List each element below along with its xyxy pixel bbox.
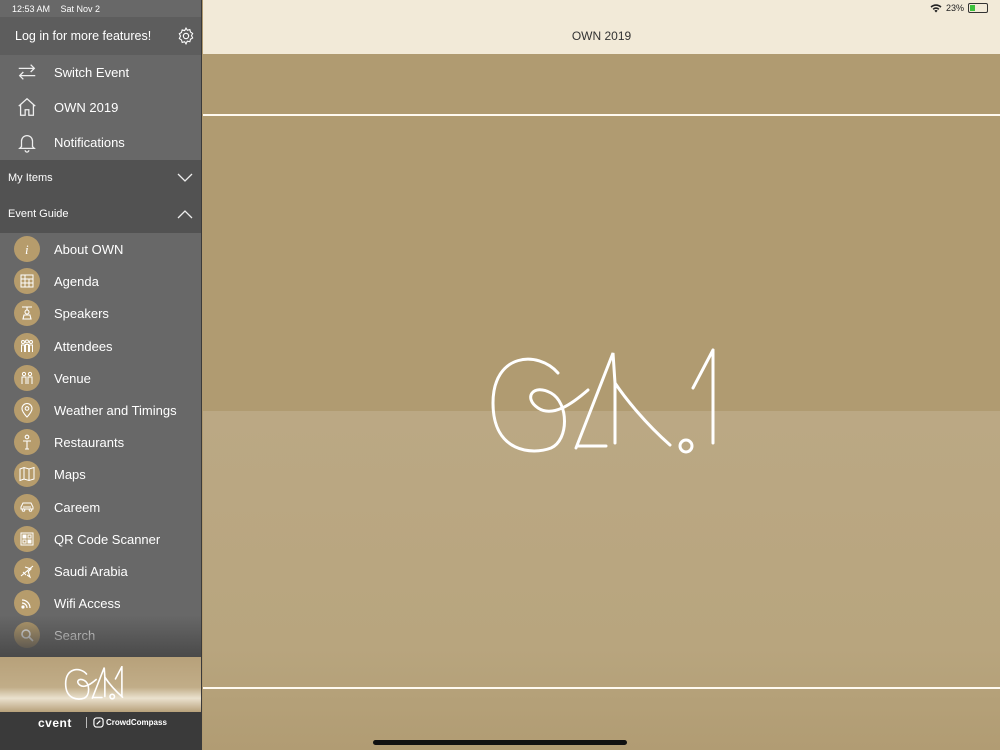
section-label: My Items [8,172,53,184]
crowdcompass-logo: CrowdCompass [106,718,167,727]
restaurant-icon [14,429,40,456]
guide-item-label: Restaurants [54,435,125,451]
guide-item-label: Agenda [54,274,99,290]
guide-item-label: QR Code Scanner [54,531,161,547]
status-bar-left: 12:53 AM Sat Nov 2 [12,4,100,14]
main-panel: 23% OWN 2019 [203,0,1000,750]
guide-item-label: Search [54,628,96,644]
guide-item-venue[interactable]: Venue [0,362,201,394]
guide-item-weather-and-timings[interactable]: Weather and Timings [0,394,201,426]
menu-item-own-2019[interactable]: OWN 2019 [0,90,201,125]
battery-icon [968,3,988,13]
crowdcompass-icon [93,717,104,728]
map-icon [14,461,40,488]
guide-item-attendees[interactable]: Attendees [0,330,201,362]
guide-item-qr-code-scanner[interactable]: QR Code Scanner [0,523,201,555]
sidebar-event-logo [0,657,201,712]
switch-arrows-icon [18,64,36,80]
battery-percent: 23% [945,3,964,13]
qr-code-icon [14,525,40,552]
login-prompt[interactable]: Log in for more features! [15,29,151,43]
guide-item-label: Careem [54,499,101,515]
banner-top-rule [203,114,1000,116]
guide-item-saudi-arabia[interactable]: Saudi Arabia [0,555,201,587]
svg-text:i: i [25,242,29,257]
menu-item-label: OWN 2019 [54,100,119,115]
agenda-icon [14,268,40,295]
chevron-up-icon [177,210,193,219]
guide-item-label: Wifi Access [54,596,121,612]
section-my-items[interactable]: My Items [0,160,201,197]
guide-item-label: Speakers [54,306,109,322]
banner-bottom-rule [203,687,1000,689]
airplane-icon [14,557,40,584]
info-icon: i [14,236,40,262]
section-label: Event Guide [8,208,69,220]
bell-icon [18,135,36,153]
main-header: 23% OWN 2019 [203,0,1000,54]
sidebar: 12:53 AM Sat Nov 2 Log in for more featu… [0,0,202,750]
speaker-icon [14,300,40,327]
attendees-icon [14,332,40,359]
guide-item-restaurants[interactable]: Restaurants [0,426,201,458]
location-pin-icon [14,396,40,423]
guide-item-label: Saudi Arabia [54,563,128,579]
page-title: OWN 2019 [571,29,632,43]
guide-item-label: Weather and Timings [54,402,177,418]
chevron-down-icon [177,173,193,182]
section-event-guide[interactable]: Event Guide [0,196,201,233]
guide-item-label: Venue [54,370,91,386]
status-date: Sat Nov 2 [60,4,101,14]
venue-icon [14,364,40,391]
menu-item-label: Switch Event [54,65,130,80]
wifi-status-icon [930,4,942,13]
menu-item-switch-event[interactable]: Switch Event [0,55,201,90]
menu-item-label: Notifications [54,135,125,150]
guide-item-wifi-access[interactable]: Wifi Access [0,587,201,619]
hero-banner [203,54,1000,750]
guide-item-label: Attendees [54,338,113,354]
own-logo-small [64,666,124,700]
menu-item-notifications[interactable]: Notifications [0,125,201,160]
home-indicator[interactable] [373,740,627,745]
event-guide-list: i About OWN Agenda Speakers Attendees Ve… [0,233,201,651]
car-icon [14,493,40,520]
wifi-icon [14,590,40,617]
guide-item-label: Maps [54,467,86,483]
guide-item-maps[interactable]: Maps [0,458,201,490]
footer-divider [86,717,87,728]
top-menu: Switch Event OWN 2019 Notifications [0,55,201,160]
status-bar-right: 23% [930,3,988,13]
cvent-logo: cvent [38,716,72,730]
status-time: 12:53 AM [12,4,51,14]
guide-item-careem[interactable]: Careem [0,491,201,523]
guide-item-about-own[interactable]: i About OWN [0,233,201,265]
sidebar-footer: cvent CrowdCompass [0,712,201,750]
own-logo [491,348,715,454]
gear-icon[interactable] [176,26,196,46]
search-icon [14,622,40,649]
banner-bottom-band [203,411,1000,750]
home-icon [18,97,36,116]
guide-item-search[interactable]: Search [0,619,201,651]
guide-item-agenda[interactable]: Agenda [0,265,201,297]
guide-item-speakers[interactable]: Speakers [0,297,201,329]
login-bar[interactable]: Log in for more features! [0,17,201,55]
guide-item-label: About OWN [54,242,124,257]
